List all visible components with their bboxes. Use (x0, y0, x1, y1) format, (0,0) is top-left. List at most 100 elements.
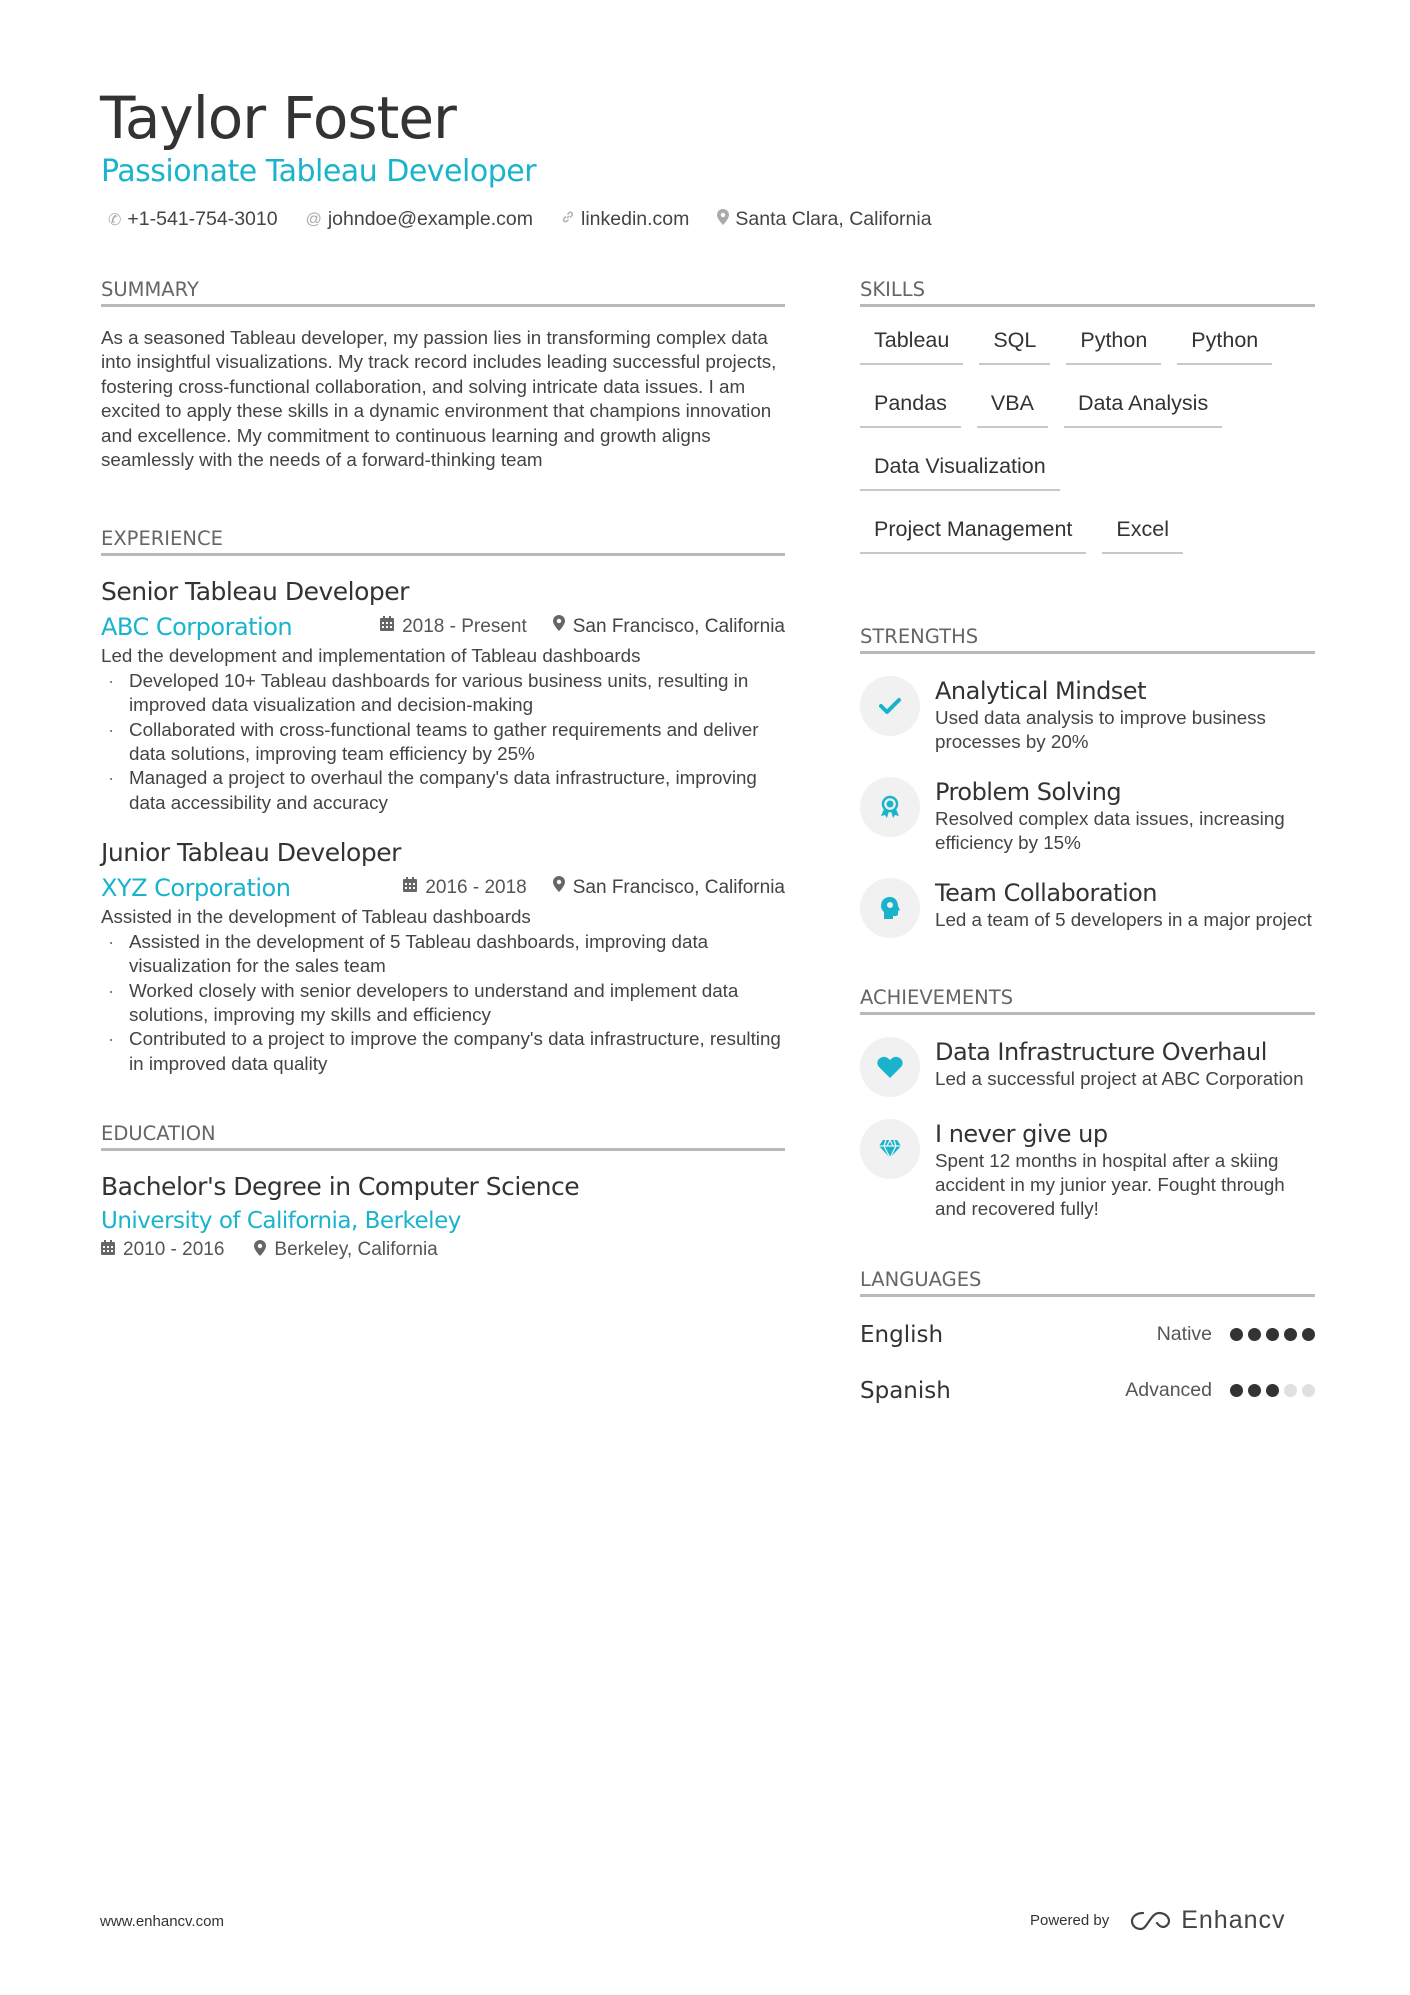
experience-heading: EXPERIENCE (101, 527, 785, 557)
contact-email[interactable]: @ johndoe@example.com (306, 208, 533, 231)
skills-heading: SKILLS (860, 278, 1315, 307)
powered-by-label: Powered by (1030, 1912, 1110, 1929)
language-row: English Native (860, 1317, 1315, 1353)
location-pin-icon (552, 612, 565, 642)
strength-item: Analytical Mindset Used data analysis to … (860, 676, 1315, 755)
skill-tag: Tableau (860, 325, 964, 365)
experience-entry: Junior Tableau Developer XYZ Corporation… (101, 837, 785, 1076)
skill-tag: Pandas (860, 388, 961, 428)
job-bullet: Developed 10+ Tableau dashboards for var… (101, 669, 785, 718)
job-company: XYZ Corporation (101, 874, 291, 903)
skills-list: Tableau SQL Python Python Pandas VBA Dat… (860, 325, 1300, 577)
calendar-icon (380, 612, 395, 642)
phone-text: +1-541-754-3010 (127, 208, 278, 230)
skill-tag: Data Analysis (1063, 388, 1223, 428)
calendar-icon (403, 873, 418, 903)
job-bullets: Assisted in the development of 5 Tableau… (101, 930, 785, 1076)
calendar-icon (101, 1240, 115, 1260)
job-company: ABC Corporation (101, 613, 293, 642)
rating-dot-filled (1266, 1384, 1279, 1398)
brand-name: Enhancv (1181, 1906, 1286, 1934)
right-column: SKILLS Tableau SQL Python Python Pandas … (860, 278, 1315, 1409)
location-text: Santa Clara, California (735, 208, 932, 230)
contact-location: Santa Clara, California (717, 208, 932, 231)
link-icon (561, 210, 575, 229)
rating-dot-filled (1266, 1328, 1279, 1342)
contact-phone[interactable]: ✆ +1-541-754-3010 (108, 208, 278, 231)
job-bullets: Developed 10+ Tableau dashboards for var… (101, 669, 785, 815)
rating-dot-filled (1284, 1328, 1297, 1342)
skill-tag: Project Management (860, 514, 1087, 554)
education-entry: Bachelor's Degree in Computer Science Un… (101, 1171, 785, 1261)
achievement-desc: Spent 12 months in hospital after a skii… (935, 1149, 1285, 1220)
job-role: Senior Tableau Developer (101, 577, 409, 607)
email-text: johndoe@example.com (327, 208, 533, 230)
job-location: San Francisco, California (572, 616, 785, 638)
language-name: English (860, 1321, 944, 1348)
achievements-heading: ACHIEVEMENTS (860, 986, 1315, 1015)
job-bullet: Managed a project to overhaul the compan… (101, 766, 785, 815)
at-icon: @ (305, 210, 322, 228)
strength-title: Analytical Mindset (935, 677, 1146, 705)
strength-desc: Used data analysis to improve business p… (935, 707, 1266, 753)
skill-tag: Excel (1102, 514, 1183, 554)
checkmark-icon (860, 676, 920, 736)
language-level: Advanced (1125, 1379, 1212, 1402)
left-column: SUMMARY As a seasoned Tableau developer,… (101, 278, 785, 1261)
rating-dot-filled (1302, 1328, 1315, 1342)
language-level: Native (1156, 1323, 1212, 1346)
location-pin-icon (717, 209, 730, 230)
strength-desc: Led a team of 5 developers in a major pr… (935, 908, 1312, 930)
achievement-title: Data Infrastructure Overhaul (935, 1037, 1267, 1066)
rating-dot-empty (1302, 1384, 1315, 1398)
contact-linkedin[interactable]: linkedin.com (561, 208, 689, 231)
skill-tag: Python (1177, 325, 1273, 365)
languages-heading: LANGUAGES (860, 1268, 1315, 1297)
job-role: Junior Tableau Developer (101, 838, 401, 868)
skill-tag: VBA (976, 388, 1048, 428)
skill-tag: SQL (979, 325, 1051, 365)
summary-text: As a seasoned Tableau developer, my pass… (101, 327, 777, 471)
achievement-item: Data Infrastructure Overhaul Led a succes… (860, 1036, 1315, 1097)
school: University of California, Berkeley (101, 1208, 461, 1235)
linkedin-text: linkedin.com (581, 208, 690, 230)
achievement-title: I never give up (935, 1119, 1108, 1148)
job-description: Led the development and implementation o… (101, 645, 641, 667)
location-pin-icon (552, 873, 565, 903)
enhancv-logo[interactable]: Enhancv (1129, 1906, 1285, 1935)
language-row: Spanish Advanced (860, 1373, 1315, 1409)
phone-icon: ✆ (108, 211, 122, 229)
job-bullet: Worked closely with senior developers to… (101, 979, 785, 1028)
candidate-title: Passionate Tableau Developer (101, 154, 537, 189)
strength-title: Problem Solving (935, 777, 1122, 806)
education-dates: 2010 - 2016 (123, 1239, 225, 1261)
language-rating (1230, 1328, 1315, 1342)
rating-dot-filled (1230, 1384, 1243, 1398)
achievement-desc: Led a successful project at ABC Corporat… (935, 1067, 1304, 1089)
contact-bar: ✆ +1-541-754-3010 @ johndoe@example.com … (108, 208, 932, 231)
strength-title: Team Collaboration (935, 878, 1158, 907)
job-bullet: Assisted in the development of 5 Tableau… (101, 930, 785, 979)
award-ribbon-icon (860, 776, 920, 837)
rating-dot-filled (1248, 1384, 1261, 1398)
skill-tag: Data Visualization (860, 451, 1060, 491)
job-bullet: Contributed to a project to improve the … (101, 1027, 785, 1076)
candidate-name: Taylor Foster (100, 84, 457, 152)
job-bullet: Collaborated with cross-functional teams… (101, 718, 785, 767)
degree: Bachelor's Degree in Computer Science (101, 1172, 580, 1202)
language-rating (1230, 1384, 1315, 1398)
job-dates: 2016 - 2018 (425, 877, 527, 899)
location-pin-icon (254, 1239, 267, 1261)
head-brain-icon (860, 877, 920, 938)
rating-dot-filled (1230, 1328, 1243, 1342)
language-name: Spanish (860, 1377, 951, 1404)
footer-website-link[interactable]: www.enhancv.com (100, 1913, 224, 1930)
rating-dot-filled (1248, 1328, 1261, 1342)
strengths-heading: STRENGTHS (860, 625, 1315, 654)
diamond-icon (860, 1118, 920, 1179)
rating-dot-empty (1284, 1384, 1297, 1398)
skill-tag: Python (1066, 325, 1162, 365)
achievement-item: I never give up Spent 12 months in hospit… (860, 1118, 1315, 1222)
education-location: Berkeley, California (274, 1239, 438, 1261)
heart-icon (860, 1036, 920, 1097)
